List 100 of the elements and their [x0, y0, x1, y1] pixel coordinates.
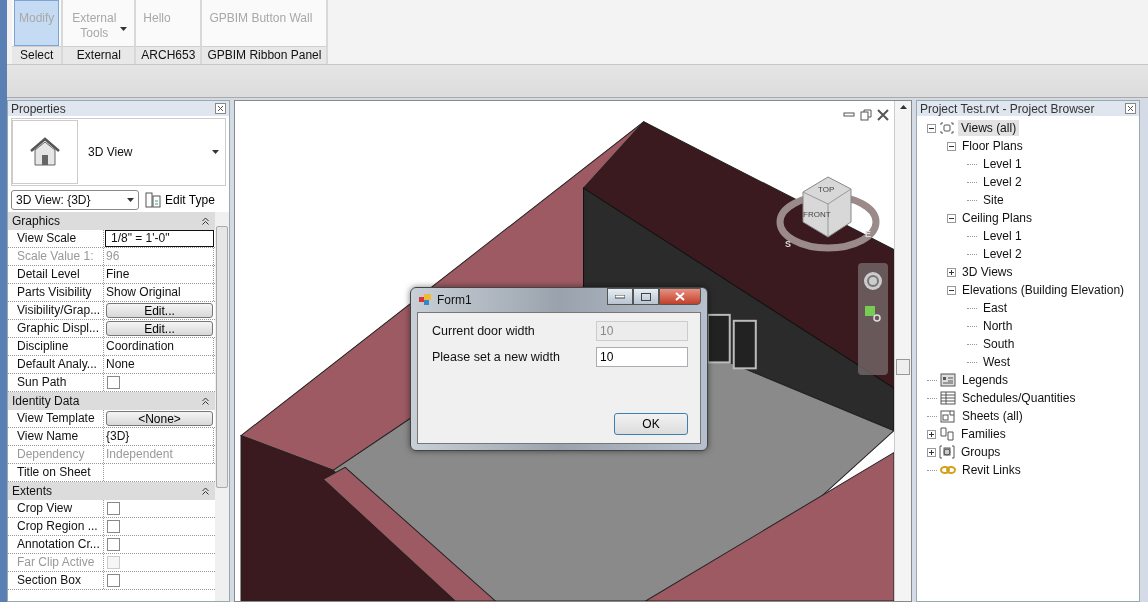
tree-item[interactable]: East	[980, 300, 1010, 316]
group-header: Graphics	[12, 214, 61, 228]
steering-wheel-icon[interactable]	[863, 271, 883, 291]
tree-item[interactable]: Ceiling Plans	[959, 210, 1036, 226]
group-icon	[939, 445, 955, 459]
edit-type-button[interactable]: Edit Type	[145, 192, 215, 208]
minus-box-icon[interactable]	[947, 285, 956, 295]
panel-title: Properties	[11, 101, 66, 116]
family-icon	[939, 427, 955, 441]
dialog-title: Form1	[437, 293, 472, 307]
field-label: Current door width	[432, 324, 535, 338]
minus-box-icon[interactable]	[947, 213, 956, 223]
property-value[interactable]: Fine	[104, 266, 214, 283]
property-name: Parts Visibility	[8, 284, 104, 301]
tree-item[interactable]: Level 2	[980, 174, 1025, 190]
property-name: Detail Level	[8, 266, 104, 283]
property-name: Far Clip Active	[8, 554, 104, 571]
tree-item[interactable]: Elevations (Building Elevation)	[959, 282, 1128, 298]
scroll-thumb[interactable]	[896, 359, 910, 375]
panel-label: ARCH653	[136, 46, 201, 64]
type-name: 3D View	[88, 145, 134, 159]
tree-item[interactable]: South	[980, 336, 1018, 352]
checkbox[interactable]	[107, 376, 120, 389]
plus-box-icon[interactable]	[927, 429, 936, 439]
tree-item[interactable]: 3D Views	[959, 264, 1016, 280]
property-name: Graphic Displ...	[8, 320, 104, 337]
tree-item[interactable]: Groups	[958, 444, 1004, 460]
close-button[interactable]	[659, 288, 701, 305]
plus-box-icon[interactable]	[927, 447, 936, 457]
sheet-icon	[940, 409, 956, 423]
tree-item[interactable]: Schedules/Quantities	[959, 390, 1079, 406]
edit-button[interactable]: <None>	[106, 411, 213, 426]
property-name: Scale Value 1:	[8, 248, 104, 265]
tree-item[interactable]: North	[980, 318, 1016, 334]
type-selector[interactable]: 3D View	[11, 118, 226, 186]
tree-item[interactable]: West	[980, 354, 1014, 370]
panel-label: GPBIM Ribbon Panel	[202, 46, 327, 64]
instance-dropdown[interactable]: 3D View: {3D}	[11, 190, 139, 210]
property-value[interactable]: {3D}	[104, 428, 214, 445]
tree-item[interactable]: Level 2	[980, 246, 1025, 262]
checkbox[interactable]	[107, 538, 120, 551]
panel-label: External	[63, 46, 135, 64]
house-icon	[28, 136, 62, 168]
property-name: View Template	[8, 410, 104, 427]
collapse-chevron-icon[interactable]	[202, 397, 209, 405]
property-value[interactable]: Show Original	[104, 284, 214, 301]
edit-button[interactable]: Edit...	[106, 303, 213, 318]
field-label: Please set a new width	[432, 350, 560, 364]
restore-icon[interactable]	[860, 109, 872, 121]
tree-item[interactable]: Revit Links	[959, 462, 1024, 478]
checkbox[interactable]	[107, 574, 120, 587]
minimize-icon	[615, 294, 625, 299]
tree-item[interactable]: Legends	[959, 372, 1012, 388]
minus-box-icon[interactable]	[927, 123, 936, 133]
property-value[interactable]: None	[104, 356, 214, 373]
close-icon	[675, 292, 685, 301]
group-header: Identity Data	[12, 394, 80, 408]
ok-button[interactable]: OK	[614, 413, 688, 435]
edit-type-icon	[145, 192, 161, 208]
scroll-up-arrow-icon	[899, 105, 907, 109]
property-value[interactable]: Coordination	[104, 338, 214, 355]
tree-item[interactable]: Level 1	[980, 228, 1025, 244]
maximize-icon	[641, 292, 651, 301]
collapse-chevron-icon[interactable]	[202, 487, 209, 495]
checkbox[interactable]	[107, 502, 120, 515]
property-name: Visibility/Grap...	[8, 302, 104, 319]
minimize-icon[interactable]	[843, 109, 855, 119]
property-name: Annotation Cr...	[8, 536, 104, 553]
close-icon[interactable]	[1125, 103, 1136, 114]
panel-title: Project Test.rvt - Project Browser	[920, 101, 1095, 116]
property-name: Dependency	[8, 446, 104, 463]
tree-item[interactable]: Site	[980, 192, 1007, 208]
maximize-button[interactable]	[633, 288, 659, 305]
scrollbar[interactable]	[215, 212, 229, 601]
minus-box-icon[interactable]	[947, 141, 956, 151]
navigation-bar[interactable]	[858, 263, 888, 375]
collapse-chevron-icon[interactable]	[202, 217, 209, 225]
dropdown-caret-icon	[127, 198, 134, 202]
plus-box-icon[interactable]	[947, 267, 956, 277]
property-input[interactable]: 1/8" = 1'-0"	[105, 230, 214, 247]
property-name: Section Box	[8, 572, 104, 589]
tree-item[interactable]: Sheets (all)	[959, 408, 1026, 424]
minimize-button[interactable]	[607, 288, 633, 305]
zoom-region-icon[interactable]	[864, 305, 882, 323]
property-name: Crop Region ...	[8, 518, 104, 535]
checkbox[interactable]	[107, 520, 120, 533]
close-icon[interactable]	[215, 103, 226, 114]
table-icon	[940, 391, 956, 405]
view-frame-icon	[939, 121, 955, 135]
close-icon[interactable]	[877, 109, 889, 121]
scrollbar[interactable]	[894, 101, 911, 601]
tree-item[interactable]: Views (all)	[958, 120, 1020, 136]
input-field[interactable]: 10	[596, 347, 688, 367]
tree-item[interactable]: Level 1	[980, 156, 1025, 172]
property-name: View Name	[8, 428, 104, 445]
group-header: Extents	[12, 484, 53, 498]
tree-item[interactable]: Families	[958, 426, 1009, 442]
tree-item[interactable]: Floor Plans	[959, 138, 1026, 154]
edit-button[interactable]: Edit...	[106, 321, 213, 336]
property-name: Default Analy...	[8, 356, 104, 373]
